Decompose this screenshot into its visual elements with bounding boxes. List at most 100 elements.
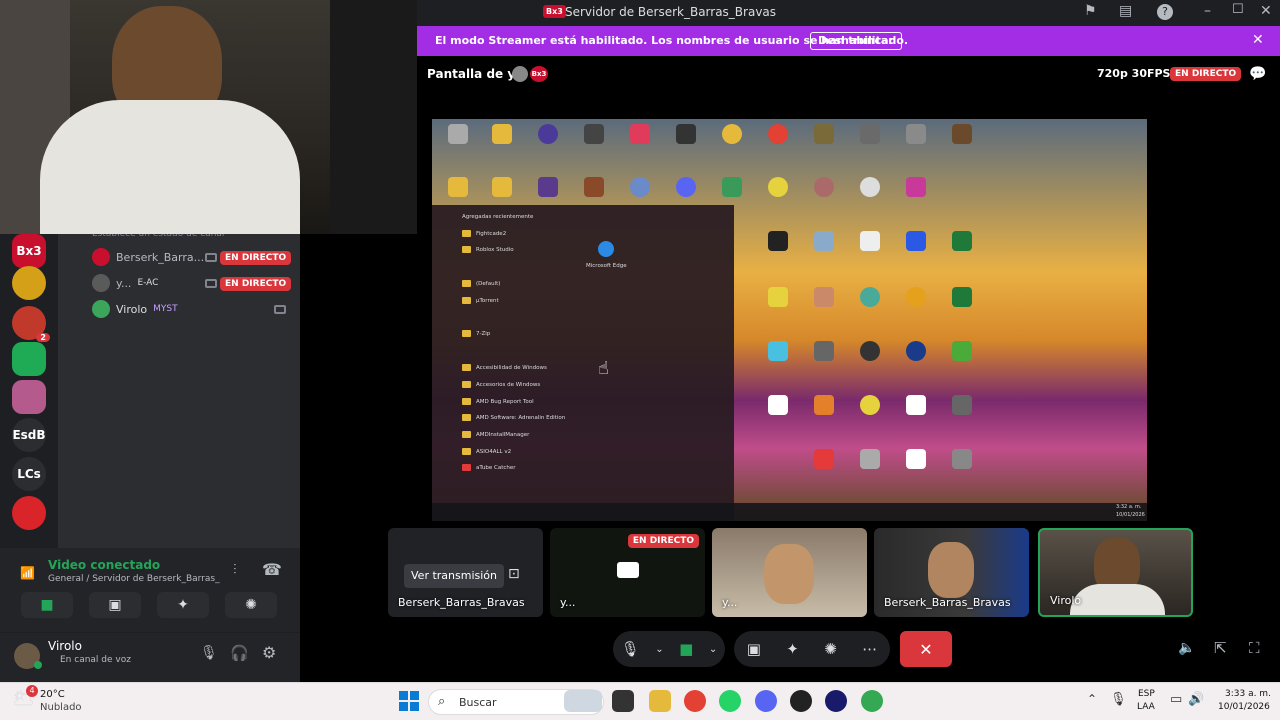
discord-icon[interactable] (755, 690, 777, 712)
title-bar: Bx3 Servidor de Berserk_Barras_Bravas ⚑ … (417, 0, 1280, 26)
start-menu-item[interactable]: Fightcade2 (462, 230, 506, 237)
participant-tile[interactable]: Ver transmisión ⊡ Berserk_Barras_Bravas (388, 528, 543, 617)
app-icon (952, 341, 972, 361)
shared-screen[interactable]: Agregadas recientemente Fightcade2 Roblo… (432, 119, 1147, 521)
participant-tile[interactable]: y... (712, 528, 867, 617)
disable-button[interactable]: Deshabilitar (810, 32, 902, 50)
more-icon[interactable]: ⋯ (862, 640, 877, 658)
app-icon[interactable] (825, 690, 847, 712)
voice-status[interactable]: Video conectado (48, 558, 160, 572)
minimize-icon[interactable]: – (1204, 3, 1211, 19)
watch-stream-button[interactable]: Ver transmisión (404, 564, 504, 588)
file-explorer-icon[interactable] (649, 690, 671, 712)
server-icon[interactable] (12, 496, 46, 530)
server-icon[interactable] (12, 342, 46, 376)
edge-icon[interactable] (598, 241, 614, 257)
start-tile (399, 702, 408, 711)
chevron-down-icon[interactable]: ⌄ (709, 644, 717, 655)
participant-tile[interactable]: Berserk_Barras_Bravas (874, 528, 1029, 617)
call-controls-av: 🎙 ⌄ ■ ⌄ (613, 631, 725, 667)
microphone-icon[interactable]: 🎙 (1110, 692, 1127, 707)
volume-icon[interactable]: 🔈 (1178, 640, 1195, 656)
start-menu-item[interactable]: aTube Catcher (462, 464, 516, 471)
chrome-icon[interactable] (684, 690, 706, 712)
voice-user[interactable]: Virolo MYST (92, 298, 178, 320)
start-menu-item[interactable]: AMDInstallManager (462, 431, 529, 438)
microphone-icon[interactable]: 🎙 (200, 645, 218, 661)
server-label: LCs (17, 467, 41, 481)
start-menu-item[interactable]: (Default) (462, 280, 500, 287)
excel-icon (952, 287, 972, 307)
language-bottom[interactable]: LAA (1137, 702, 1155, 712)
soundboard-icon[interactable]: ⫶ (233, 562, 237, 578)
close-icon[interactable]: ✕ (1252, 32, 1264, 48)
whatsapp-icon[interactable] (719, 690, 741, 712)
server-esdb[interactable]: EsdB (12, 418, 46, 452)
avatar (512, 66, 528, 82)
chevron-down-icon[interactable]: ⌄ (655, 644, 663, 655)
volume-icon[interactable]: 🔊 (1188, 692, 1204, 707)
microphone-icon[interactable]: 🎙 (621, 640, 640, 658)
search-highlight-icon[interactable] (564, 690, 602, 712)
activities-button[interactable]: ✦ (157, 592, 209, 618)
inbox-icon[interactable]: ▤ (1119, 3, 1132, 19)
voice-user[interactable]: Berserk_Barra... (92, 246, 204, 268)
fullscreen-icon[interactable]: ⛶ (1249, 639, 1260, 657)
start-menu-item[interactable]: Accesorios de Windows (462, 381, 540, 388)
system-time[interactable]: 3:33 a. m. (1225, 689, 1271, 699)
close-icon[interactable]: ✕ (1260, 3, 1272, 19)
item-label: AMDInstallManager (476, 431, 530, 438)
chat-icon[interactable]: 💬 (1249, 66, 1266, 82)
camera-button[interactable]: ■ (21, 592, 73, 618)
activities-icon[interactable]: ✦ (786, 640, 799, 658)
chrome-profile-icon[interactable] (861, 690, 883, 712)
task-view-icon[interactable] (612, 690, 634, 712)
app-icon[interactable] (790, 690, 812, 712)
start-menu-item[interactable]: Roblox Studio (462, 246, 514, 253)
live-badge: EN DIRECTO (220, 251, 292, 265)
weather-desc[interactable]: Nublado (40, 702, 82, 713)
screen-share-icon[interactable]: ▣ (747, 640, 761, 658)
screen-share-button[interactable]: ▣ (89, 592, 141, 618)
start-tile (410, 691, 419, 700)
maximize-icon[interactable]: ☐ (1232, 2, 1244, 17)
soundboard-icon[interactable]: ✺ (824, 640, 837, 658)
gear-icon[interactable]: ⚙ (262, 643, 276, 662)
popout-icon[interactable]: ⇱ (1214, 639, 1227, 657)
folder-icon (462, 414, 471, 421)
voice-channel[interactable]: General / Servidor de Berserk_Barras_... (48, 574, 220, 584)
participant-tile[interactable]: EN DIRECTO y... (550, 528, 705, 617)
disconnect-button[interactable]: ✕ (900, 631, 952, 667)
start-menu-item[interactable]: µTorrent (462, 297, 499, 304)
voice-user[interactable]: y... E-AC (92, 272, 158, 294)
popout-icon[interactable]: ⊡ (508, 566, 520, 582)
start-menu-item[interactable]: AMD Bug Report Tool (462, 398, 534, 405)
server-lcs[interactable]: LCs (12, 457, 46, 491)
start-menu-item[interactable]: ASIO4ALL v2 (462, 448, 511, 455)
start-menu-item[interactable]: AMD Software: Adrenalin Edition (462, 414, 565, 421)
server-icon[interactable] (12, 266, 46, 300)
disconnect-icon[interactable]: ☎ (262, 560, 282, 579)
camera-icon[interactable]: ■ (679, 640, 693, 658)
app-icon (768, 341, 788, 361)
network-icon[interactable]: ▭ (1170, 692, 1182, 707)
system-date[interactable]: 10/01/2026 (1218, 702, 1270, 712)
server-icon[interactable]: 2 (12, 306, 50, 342)
server-bx3[interactable]: Bx3 (12, 234, 46, 268)
app-icon (462, 246, 471, 253)
help-icon[interactable]: ? (1157, 4, 1173, 20)
app-icon (462, 297, 471, 304)
start-menu-item[interactable]: Accesibilidad de Windows (462, 364, 547, 371)
soundboard-button[interactable]: ✺ (225, 592, 277, 618)
weather-temp[interactable]: 20°C (40, 689, 65, 700)
app-icon (814, 231, 834, 251)
participant-tile[interactable]: Virolo (1038, 528, 1193, 617)
flag-icon[interactable]: ⚑ (1084, 3, 1097, 19)
start-menu-item[interactable]: 7-Zip (462, 330, 490, 337)
chevron-up-icon[interactable]: ⌃ (1087, 692, 1097, 706)
headphones-icon[interactable]: 🎧 (230, 644, 249, 662)
app-icon (814, 287, 834, 307)
server-icon[interactable] (12, 380, 46, 414)
language-top[interactable]: ESP (1138, 689, 1155, 699)
windows-start-icon[interactable] (399, 691, 419, 711)
